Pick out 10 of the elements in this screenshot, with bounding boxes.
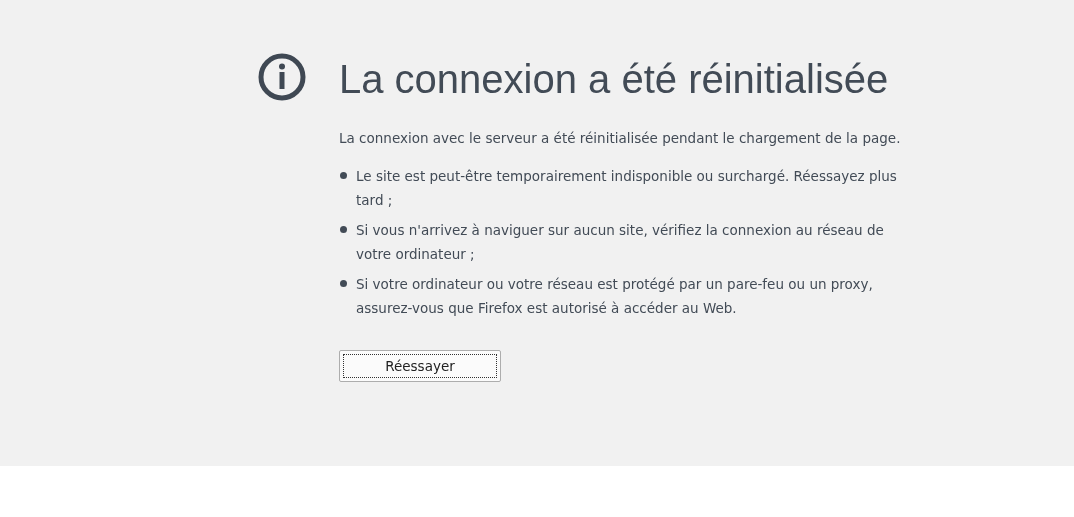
info-icon — [258, 53, 306, 101]
error-description: La connexion avec le serveur a été réinitialisée pendant le chargement de la page. — [339, 129, 902, 148]
suggestion-text: Si votre ordinateur ou votre réseau est protégé par un pare-feu ou un proxy, assurez-vous que Firefox est autorisé à accéder au Web. — [356, 275, 874, 318]
bullet-icon — [340, 172, 347, 179]
retry-button[interactable]: Réessayer — [339, 350, 501, 382]
error-title: La connexion a été réinitialisée — [339, 56, 890, 103]
bullet-icon — [340, 226, 347, 233]
suggestion-text: Le site est peut-être temporairement indisponible ou surchargé. Réessayez plus tard ; — [356, 167, 898, 210]
suggestion-text: Si vous n'arrivez à naviguer sur aucun site, vérifiez la connexion au réseau de votre ordinateur ; — [356, 221, 885, 264]
bullet-icon — [340, 280, 347, 287]
